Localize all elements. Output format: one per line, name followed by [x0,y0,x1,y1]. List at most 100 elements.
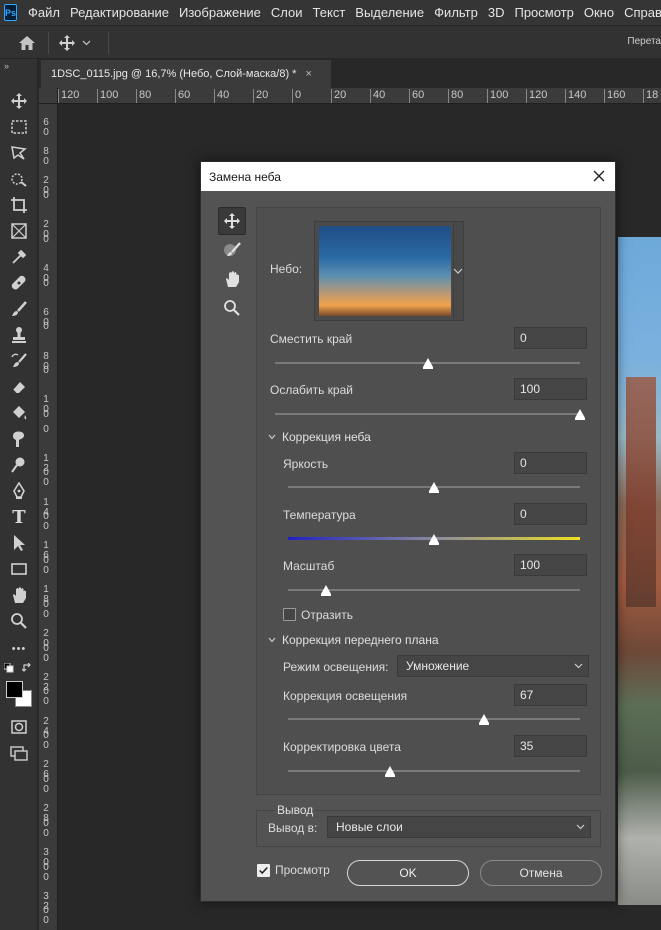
menu-select[interactable]: Выделение [350,0,429,25]
output-to-value: Новые слои [336,820,403,834]
quick-mask-button[interactable] [7,715,31,739]
flip-checkbox[interactable] [283,608,296,621]
lasso-icon [11,146,27,160]
temperature-field[interactable]: 0 [514,503,587,525]
ellipsis-icon: ••• [11,643,27,655]
pen-tool[interactable] [7,479,31,503]
eyedropper-icon [12,249,27,264]
chevron-down-icon[interactable] [453,266,463,276]
dodge-tool[interactable] [7,453,31,477]
menu-type[interactable]: Текст [308,0,351,25]
menu-layer[interactable]: Слои [266,0,308,25]
ruler-h-label: 120 [526,89,547,103]
color-adjust-field[interactable]: 35 [514,735,587,757]
ruler-v-label: 00 [43,817,49,839]
lasso-tool[interactable] [7,141,31,165]
menu-help[interactable]: Справка [619,0,661,25]
hand-tool[interactable] [7,583,31,607]
foreground-color-swatch[interactable] [6,681,23,698]
ruler-h-label: 80 [448,89,463,103]
brightness-field[interactable]: 0 [514,452,587,474]
home-button[interactable] [14,31,40,55]
more-tools-button[interactable]: ••• [7,637,31,661]
fade-edge-slider[interactable] [275,413,580,415]
lighting-adjust-slider[interactable] [288,718,580,720]
clone-stamp-tool[interactable] [7,323,31,347]
color-adjust-slider-thumb[interactable] [385,766,396,777]
preview-checkbox[interactable] [257,864,270,877]
fade-edge-field[interactable]: 100 [514,378,587,400]
quick-select-tool[interactable] [7,167,31,191]
dialog-tools [218,207,246,323]
options-label[interactable]: Перета [627,36,661,47]
temperature-slider-thumb[interactable] [429,534,439,545]
close-icon[interactable] [591,168,607,184]
ruler-h-label: 100 [487,89,508,103]
scale-slider[interactable] [288,589,580,591]
frame-tool[interactable] [7,219,31,243]
smudge-tool[interactable] [7,427,31,451]
output-to-select[interactable]: Новые слои [327,816,591,838]
preview-label: Просмотр [275,863,330,877]
ruler-v-label: 00 [43,861,49,883]
brush-icon [12,301,27,316]
rectangle-tool[interactable] [7,557,31,581]
crop-tool[interactable] [7,193,31,217]
foreground-adjust-title: Коррекция переднего плана [282,633,439,647]
dialog-move-tool[interactable] [218,207,246,235]
dialog-hand-tool[interactable] [218,265,246,293]
paint-bucket-tool[interactable] [7,401,31,425]
lighting-mode-label: Режим освещения: [283,660,389,674]
dialog-zoom-tool[interactable] [218,294,246,322]
brightness-slider-thumb[interactable] [429,482,439,493]
eraser-tool[interactable] [7,375,31,399]
panel-collapse-icon[interactable]: » [4,61,9,71]
sky-adjust-section[interactable]: Коррекция неба [268,430,371,444]
path-selection-tool[interactable] [7,531,31,555]
sky-preset-picker[interactable] [314,221,464,321]
healing-brush-tool[interactable] [7,271,31,295]
document-tab[interactable]: 1DSC_0115.jpg @ 16,7% (Небо, Слой-маска/… [41,60,331,88]
cancel-button[interactable]: Отмена [480,860,602,886]
move-tool-preset[interactable] [58,31,102,55]
foreground-adjust-section[interactable]: Коррекция переднего плана [268,633,439,647]
fade-edge-slider-thumb[interactable] [575,409,585,420]
horizontal-ruler[interactable]: 120 100 80 60 40 20 0 20 40 60 80 100 120 140 160 18 [58,88,661,104]
lighting-adjust-slider-thumb[interactable] [478,714,489,725]
dialog-titlebar[interactable]: Замена неба [201,162,615,191]
swap-colors-icon[interactable] [22,663,32,673]
lighting-mode-value: Умножение [406,659,470,673]
default-colors-icon[interactable] [4,663,14,673]
ok-button[interactable]: OK [347,860,469,886]
scale-slider-thumb[interactable] [320,585,331,596]
move-tool[interactable] [7,89,31,113]
screen-mode-button[interactable] [7,741,31,765]
menu-window[interactable]: Окно [579,0,619,25]
menu-view[interactable]: Просмотр [509,0,578,25]
menu-3d[interactable]: 3D [483,0,510,25]
history-brush-tool[interactable] [7,349,31,373]
vertical-ruler[interactable]: 60 80 20 0 20 0 40 0 60 0 80 0 10 0 0 12 00 14 00 16 00 18 00 2… [39,104,58,930]
type-tool[interactable]: T [7,505,31,529]
eyedropper-tool[interactable] [7,245,31,269]
sky-brush-tool[interactable] [218,236,246,264]
divider [48,32,49,54]
menu-file[interactable]: Файл [23,0,65,25]
color-adjust-slider[interactable] [288,770,580,772]
scale-field[interactable]: 100 [514,554,587,576]
zoom-tool[interactable] [7,609,31,633]
lighting-mode-select[interactable]: Умножение [397,655,589,677]
sky-preview-image [319,226,451,316]
menu-image[interactable]: Изображение [174,0,266,25]
photo-building [626,377,656,607]
shift-edge-label: Сместить край [270,332,353,346]
shift-edge-field[interactable]: 0 [514,327,587,349]
menu-edit[interactable]: Редактирование [65,0,174,25]
lighting-adjust-field[interactable]: 67 [514,684,587,706]
shift-edge-slider-thumb[interactable] [422,358,433,369]
brush-tool[interactable] [7,297,31,321]
close-icon[interactable]: × [305,68,311,80]
marquee-tool[interactable] [7,115,31,139]
menu-filter[interactable]: Фильтр [429,0,483,25]
ruler-origin[interactable] [39,88,58,104]
